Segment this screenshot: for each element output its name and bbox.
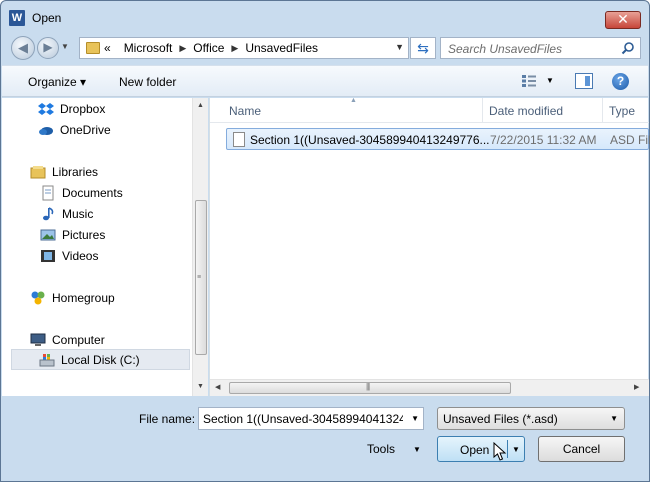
column-date-modified[interactable]: Date modified [489,104,563,118]
nav-scrollbar[interactable]: ▲ ≡ ▼ [192,98,208,396]
nav-item-homegroup[interactable]: Homegroup [30,288,115,308]
file-name-label: File name: [139,412,196,426]
scroll-thumb[interactable] [229,382,511,394]
open-button[interactable]: Open ▼ [437,436,525,462]
nav-item-music[interactable]: Music [40,204,93,224]
forward-button[interactable]: ▶ [37,37,59,59]
nav-label: Libraries [52,165,99,179]
search-input[interactable]: Search UnsavedFiles [440,37,641,59]
help-icon[interactable]: ? [612,73,629,90]
close-button[interactable]: ✕ [605,11,641,29]
column-divider[interactable] [482,98,483,123]
disk-icon [39,353,55,366]
breadcrumb: « Microsoft ▶ Office ▶ UnsavedFiles [104,41,318,55]
nav-label: Pictures [62,228,106,242]
scroll-left-icon[interactable]: ◀ [215,383,220,391]
nav-label: Computer [52,333,105,347]
file-name-value[interactable]: Section 1((Unsaved-3045899404132497 [203,412,403,426]
nav-label: Videos [62,249,99,263]
nav-label: Documents [62,186,123,200]
refresh-button[interactable]: ⇆ [410,37,436,59]
column-type[interactable]: Type [609,104,635,118]
dialog-title: Open [32,11,62,25]
address-bar[interactable]: « Microsoft ▶ Office ▶ UnsavedFiles ▼ [79,37,409,59]
file-type-value: Unsaved Files (*.asd) [443,412,558,426]
nav-item-computer[interactable]: Computer [30,330,105,350]
address-dropdown[interactable]: ▼ [395,42,404,52]
onedrive-icon [39,127,53,135]
videos-icon [41,250,55,262]
chevron-down-icon[interactable]: ▼ [413,445,421,454]
search-placeholder: Search UnsavedFiles [448,42,563,56]
cancel-button[interactable]: Cancel [538,436,625,462]
breadcrumb-unsavedfiles[interactable]: UnsavedFiles [245,41,318,55]
back-arrow-icon: ◀ [18,40,28,55]
back-button[interactable]: ◀ [11,36,35,60]
documents-icon [42,185,54,201]
views-icon[interactable] [521,74,537,88]
nav-label: Local Disk (C:) [61,352,140,367]
sort-ascending-icon: ▲ [350,97,357,104]
column-header: ▲ Name Date modified Type [210,97,649,123]
new-folder-button[interactable]: New folder [119,75,176,89]
nav-item-videos[interactable]: Videos [40,246,98,266]
chevron-down-icon[interactable]: ▼ [411,414,419,423]
command-toolbar: Organize ▾ New folder ▼ ? [2,65,648,97]
pictures-icon [40,229,56,241]
organize-button[interactable]: Organize ▾ [28,75,86,89]
file-date: 7/22/2015 11:32 AM [490,133,597,147]
breadcrumb-microsoft[interactable]: Microsoft [124,41,173,55]
breadcrumb-office[interactable]: Office [193,41,224,55]
file-type-select[interactable]: Unsaved Files (*.asd) ▼ [437,407,625,430]
forward-arrow-icon: ▶ [43,40,53,54]
homegroup-icon [31,291,45,305]
views-dropdown[interactable]: ▼ [546,76,554,85]
nav-label: OneDrive [60,123,111,137]
scroll-up-icon[interactable]: ▲ [197,102,204,109]
nav-item-onedrive[interactable]: OneDrive [38,120,111,140]
scroll-down-icon[interactable]: ▼ [197,383,204,390]
search-icon[interactable] [621,41,635,55]
preview-pane-icon[interactable] [575,73,593,89]
open-dialog: W Open ✕ ◀ ▶ ▼ « Microsoft ▶ Office ▶ Un… [0,0,650,482]
nav-label: Dropbox [60,102,106,116]
dropbox-icon [38,103,54,115]
chevron-down-icon[interactable]: ▼ [610,414,618,423]
recent-locations-dropdown[interactable]: ▼ [61,42,69,51]
nav-item-local-disk[interactable]: Local Disk (C:) [11,349,190,370]
file-name: Section 1((Unsaved-304589940413249776... [250,133,490,147]
nav-item-libraries[interactable]: Libraries [30,162,98,182]
nav-label: Homegroup [52,291,115,305]
nav-item-pictures[interactable]: Pictures [40,225,105,245]
chevron-right-icon[interactable]: ▶ [179,43,186,54]
title-bar: W Open ✕ [1,1,649,33]
mouse-cursor-icon [493,442,507,461]
nav-item-documents[interactable]: Documents [40,183,123,203]
column-divider[interactable] [602,98,603,123]
scroll-right-icon[interactable]: ▶ [634,383,639,391]
tools-button[interactable]: Tools [367,442,395,456]
column-name[interactable]: Name [229,104,261,118]
breadcrumb-overflow[interactable]: « [104,41,111,55]
split-divider [507,440,508,458]
music-icon [43,207,54,221]
file-name-field[interactable]: Section 1((Unsaved-3045899404132497 ▼ [198,407,424,430]
scroll-grip-icon: ≡ [197,274,202,281]
word-app-icon: W [9,10,25,26]
nav-item-dropbox[interactable]: Dropbox [38,99,105,119]
open-label: Open [460,443,490,457]
folder-icon [86,42,100,54]
table-row[interactable]: Section 1((Unsaved-304589940413249776...… [226,128,650,150]
file-list: ▲ Name Date modified Type Section 1((Uns… [209,97,650,396]
open-options-dropdown[interactable]: ▼ [512,445,520,454]
nav-label: Music [62,207,94,221]
file-list-scrollbar[interactable]: ◀ ||| ▶ [210,379,649,396]
file-type: ASD File [610,133,650,147]
chevron-right-icon[interactable]: ▶ [231,43,238,54]
computer-icon [30,333,46,346]
file-icon [233,132,245,147]
scroll-grip-icon: ||| [366,382,370,391]
libraries-icon [30,166,46,179]
navigation-pane: Dropbox OneDrive Libraries Documents Mus… [2,98,208,396]
